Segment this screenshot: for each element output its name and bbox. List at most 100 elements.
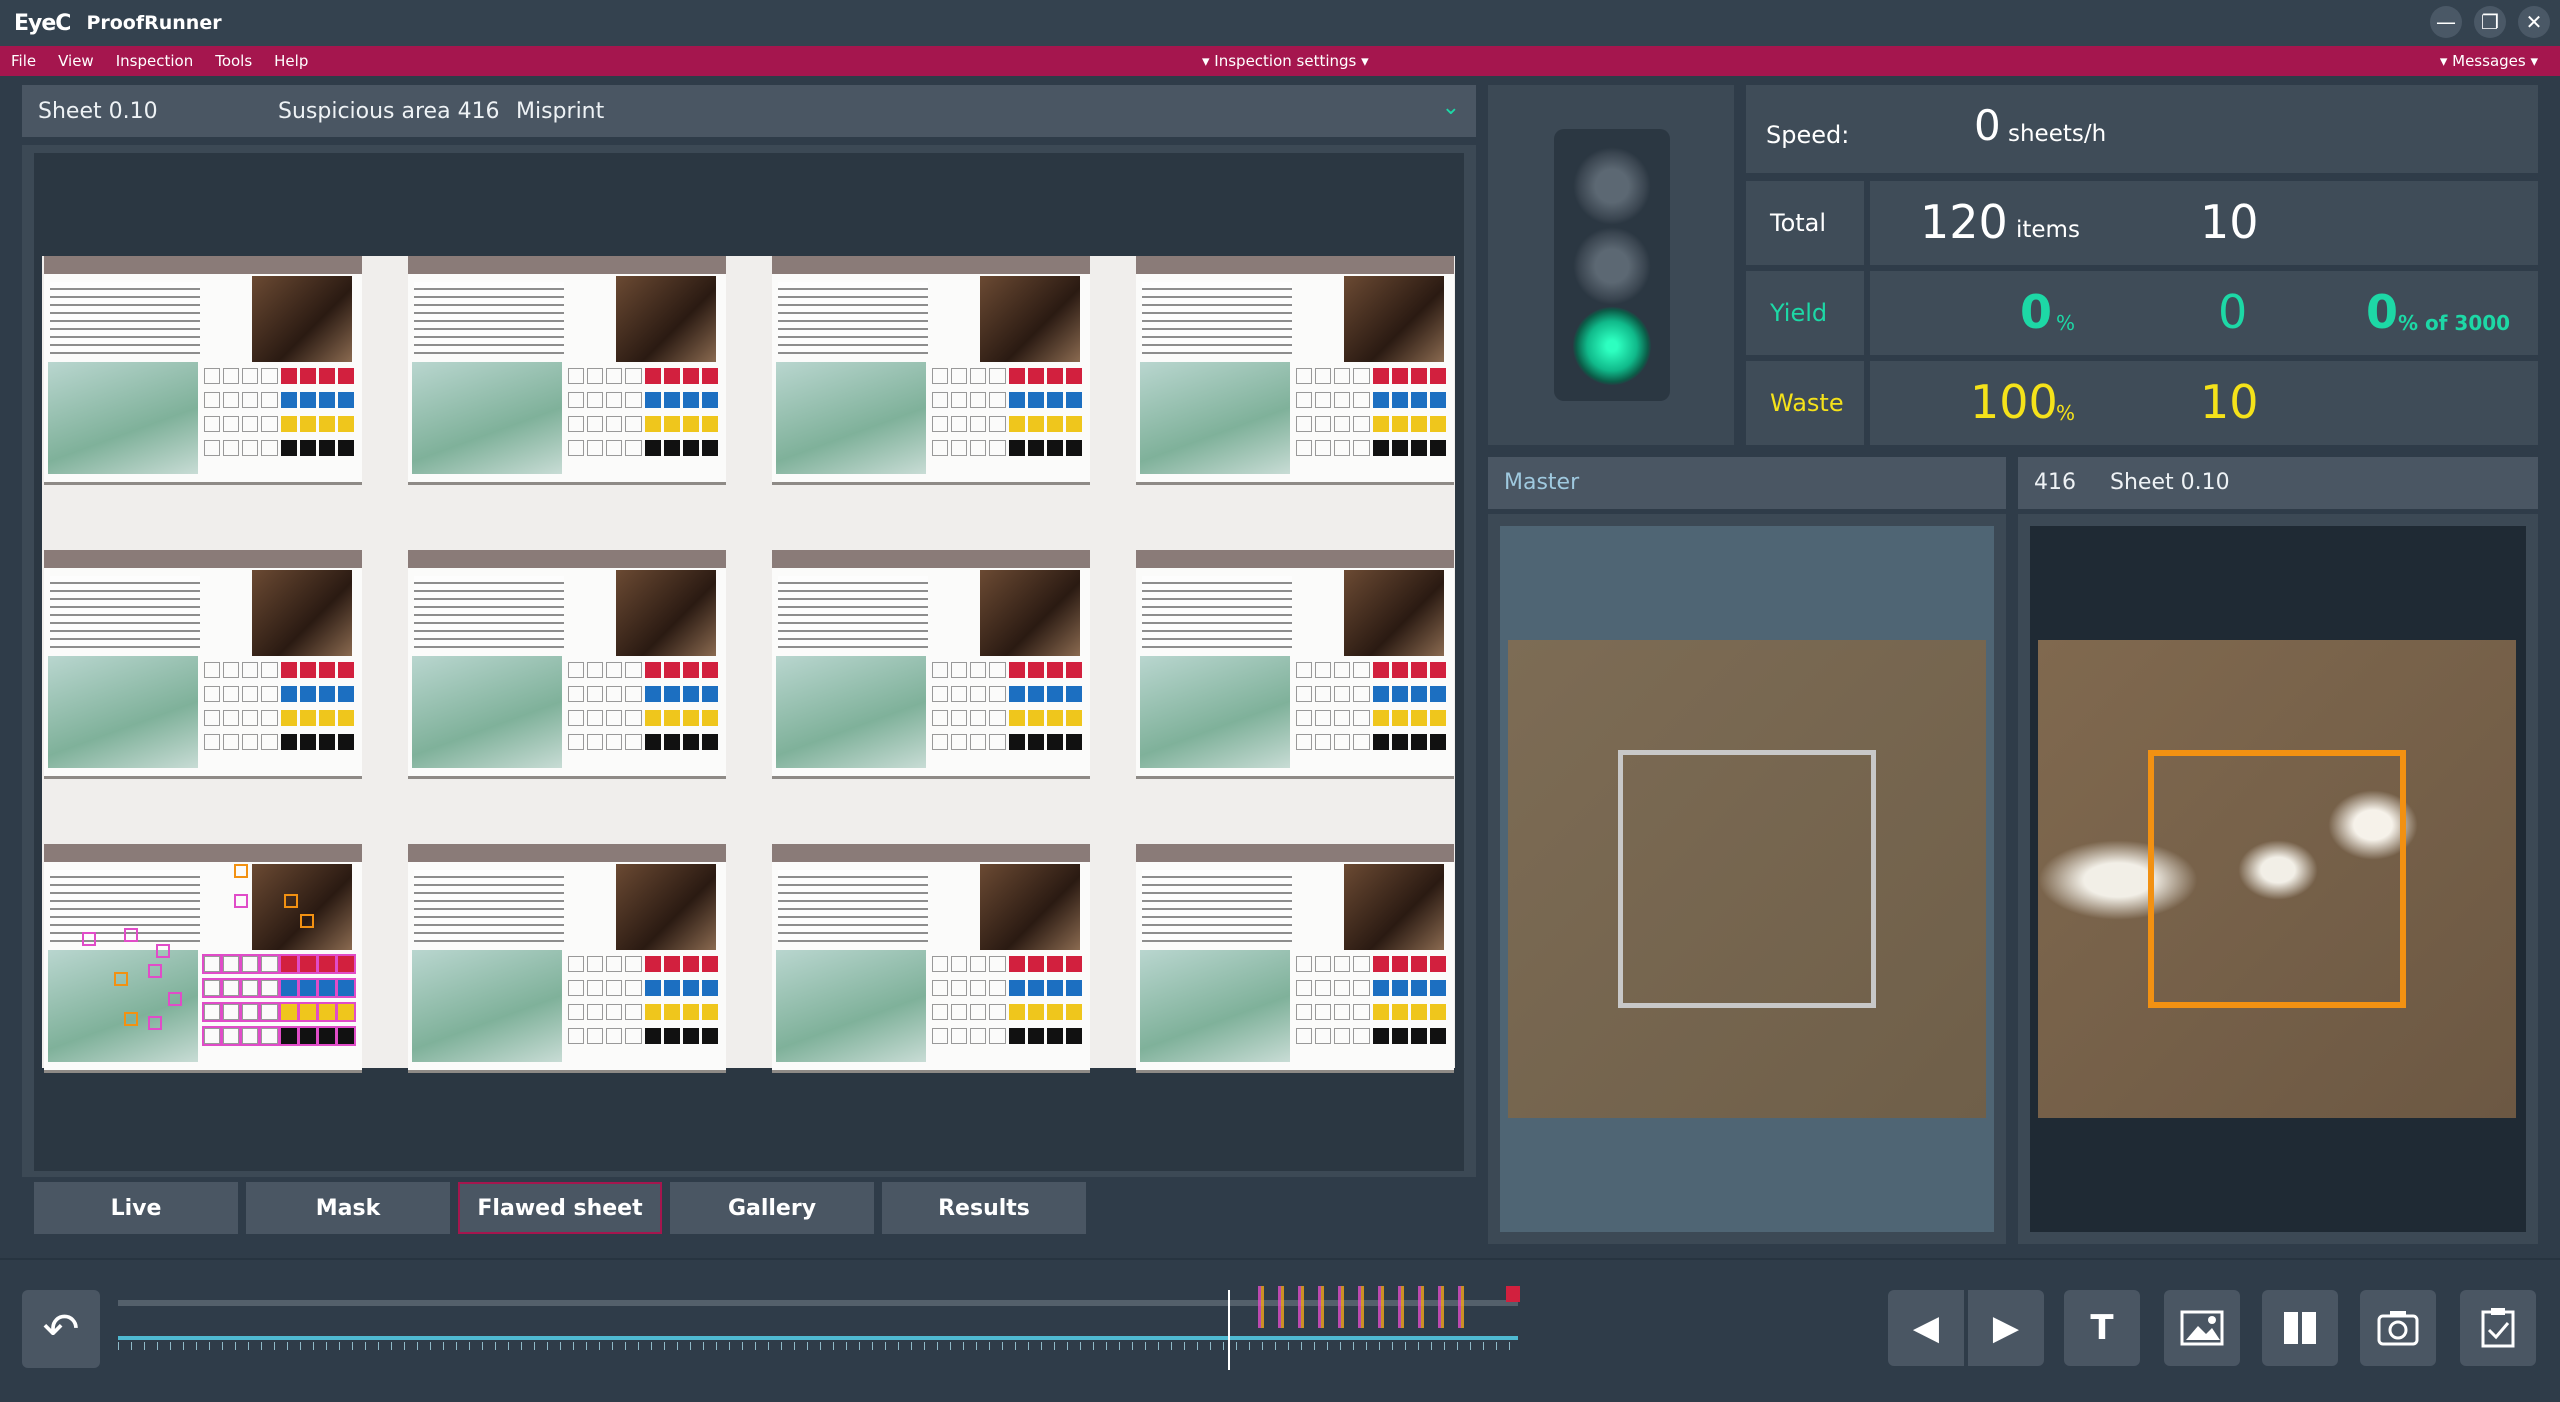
menu-view[interactable]: View (58, 52, 94, 70)
speed-value: 0 (1974, 101, 2001, 150)
tile-text-block (50, 282, 200, 354)
tab-flawed-sheet[interactable]: Flawed sheet (458, 1182, 662, 1234)
flaw-view[interactable] (2018, 514, 2538, 1244)
yield-target-unit: % of 3000 (2398, 311, 2511, 335)
minimize-button[interactable]: — (2430, 6, 2462, 38)
tile-color-patches (204, 368, 354, 384)
tile-header (1136, 256, 1454, 274)
tile-color-patches (568, 956, 718, 972)
bottom-toolbar: ↶ ◀ ▶ T (0, 1258, 2560, 1402)
master-area-box (1618, 750, 1876, 1008)
tile-color-patches (568, 710, 718, 726)
total-items-value: 120 (1920, 195, 2008, 249)
proof-tile (408, 550, 726, 779)
tile-color-patches (204, 416, 354, 432)
tile-color-patches (1296, 440, 1446, 456)
tile-text-block (1142, 576, 1292, 648)
flaw-panel-header: 416 Sheet 0.10 (2018, 457, 2538, 509)
menu-help[interactable]: Help (274, 52, 308, 70)
app-title: ProofRunner (86, 12, 222, 34)
tile-text-block (414, 870, 564, 942)
printed-sheet-image[interactable] (42, 256, 1455, 1073)
flaw-marker[interactable] (156, 944, 170, 958)
tile-header (408, 256, 726, 274)
tile-color-patches (204, 662, 354, 678)
yellow-lamp-icon (1573, 227, 1651, 305)
flaw-marker[interactable] (82, 932, 96, 946)
tile-color-patches (932, 686, 1082, 702)
waste-label-cell: Waste (1746, 361, 1864, 445)
tile-product-image (48, 950, 198, 1062)
flaw-area-box (2148, 750, 2406, 1008)
tile-color-patches (568, 440, 718, 456)
messages-menu[interactable]: ▾ Messages ▾ (2440, 52, 2538, 70)
timeline-flaw-markers (1258, 1286, 1478, 1328)
flaw-marker[interactable] (124, 1012, 138, 1026)
sheet-header: Sheet 0.10 Suspicious area 416 Misprint … (22, 85, 1476, 137)
text-tool-button[interactable]: T (2064, 1290, 2140, 1366)
timeline-scrubber[interactable] (118, 1336, 1518, 1340)
tile-color-patches (568, 1004, 718, 1020)
flaw-marker[interactable] (168, 992, 182, 1006)
prev-button[interactable]: ◀ (1888, 1290, 1964, 1366)
flaw-marker[interactable] (284, 894, 298, 908)
image-icon (2180, 1310, 2224, 1346)
view-tabs: Live Mask Flawed sheet Gallery Results (34, 1182, 1086, 1234)
traffic-light-housing (1554, 129, 1670, 401)
flaw-marker[interactable] (300, 914, 314, 928)
tile-color-patches (1296, 710, 1446, 726)
waste-percent-value: 100 (1970, 375, 2058, 429)
flaw-marker[interactable] (148, 1016, 162, 1030)
yield-label-cell: Yield (1746, 271, 1864, 355)
tile-color-patches (204, 686, 354, 702)
menu-inspection[interactable]: Inspection (116, 52, 193, 70)
tab-results[interactable]: Results (882, 1182, 1086, 1234)
camera-refresh-button[interactable] (2360, 1290, 2436, 1366)
tile-color-patches (1296, 368, 1446, 384)
menu-bar: File View Inspection Tools Help ▾ Inspec… (0, 46, 2560, 76)
menu-tools[interactable]: Tools (215, 52, 252, 70)
title-bar: EyeC ProofRunner — ❐ ✕ (0, 0, 2560, 46)
inspection-settings-menu[interactable]: ▾ Inspection settings ▾ (1202, 52, 1369, 70)
flaw-marker[interactable] (148, 964, 162, 978)
tile-color-patches (568, 416, 718, 432)
proof-tile (1136, 550, 1454, 779)
tile-product-image (1140, 656, 1290, 768)
master-view[interactable] (1488, 514, 2006, 1244)
tile-color-patches (568, 686, 718, 702)
proof-tile (772, 550, 1090, 779)
tile-color-patches (1296, 392, 1446, 408)
yield-values-cell: 0 % 0 0 % of 3000 (1870, 271, 2538, 355)
split-view-button[interactable] (2262, 1290, 2338, 1366)
flaw-marker[interactable] (234, 894, 248, 908)
tab-mask[interactable]: Mask (246, 1182, 450, 1234)
chevron-down-icon[interactable]: ⌄ (1442, 95, 1460, 120)
close-button[interactable]: ✕ (2518, 6, 2550, 38)
timeline-cursor[interactable] (1228, 1290, 1230, 1370)
tile-color-patches (932, 440, 1082, 456)
flaw-marker[interactable] (234, 864, 248, 878)
tile-product-image (412, 656, 562, 768)
next-button[interactable]: ▶ (1968, 1290, 2044, 1366)
tile-text-block (414, 576, 564, 648)
tile-text-block (778, 282, 928, 354)
tab-gallery[interactable]: Gallery (670, 1182, 874, 1234)
suspicious-area-label: Suspicious area 416 (278, 98, 500, 124)
timeline-ticks (118, 1342, 1518, 1350)
tile-text-block (414, 282, 564, 354)
menu-file[interactable]: File (11, 52, 36, 70)
timeline-end-marker (1506, 1286, 1520, 1302)
flaw-marker[interactable] (124, 928, 138, 942)
tab-live[interactable]: Live (34, 1182, 238, 1234)
tile-color-patches (1296, 734, 1446, 750)
camera-refresh-icon (2377, 1311, 2419, 1346)
tile-text-block (1142, 870, 1292, 942)
image-button[interactable] (2164, 1290, 2240, 1366)
approve-button[interactable] (2460, 1290, 2536, 1366)
restore-button[interactable]: ❐ (2474, 6, 2506, 38)
tile-photo (616, 864, 716, 950)
tile-product-image (776, 656, 926, 768)
tile-color-patches (204, 710, 354, 726)
flaw-marker[interactable] (114, 972, 128, 986)
undo-button[interactable]: ↶ (22, 1290, 100, 1368)
